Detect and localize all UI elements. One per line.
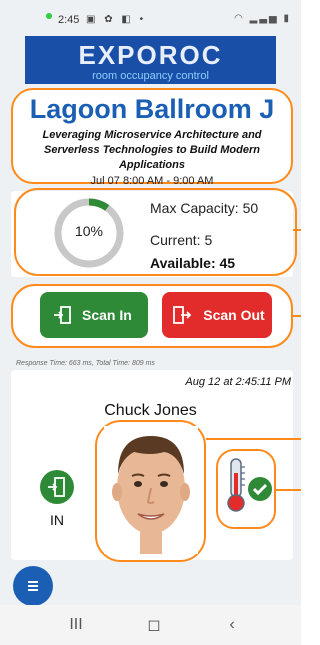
system-nav-bar: III ◻ ‹ bbox=[0, 605, 301, 645]
scan-in-button[interactable]: Scan In bbox=[40, 292, 148, 338]
session-title: Leveraging Microservice Architecture and… bbox=[42, 129, 262, 171]
available-count: Available: 45 bbox=[150, 255, 236, 271]
annotation-connector bbox=[206, 438, 301, 440]
check-icon bbox=[248, 477, 272, 501]
room-card: Lagoon Ballroom J Leveraging Microservic… bbox=[11, 88, 293, 187]
annotation-connector bbox=[293, 315, 301, 317]
door-enter-icon bbox=[54, 306, 71, 324]
scan-timestamp: Aug 12 at 2:45:11 PM bbox=[185, 376, 291, 388]
home-button[interactable]: ◻ bbox=[142, 615, 166, 635]
current-count: Current: 5 bbox=[150, 232, 213, 248]
logo-subtitle: room occupancy control bbox=[92, 70, 209, 82]
status-icons: ▣ ✿ ◧ • bbox=[86, 14, 147, 25]
status-bar: 2:45 ▣ ✿ ◧ • ◠ ▂▃▅ ▮ bbox=[0, 0, 301, 34]
back-button[interactable]: ‹ bbox=[220, 615, 244, 635]
scan-out-button[interactable]: Scan Out bbox=[162, 292, 272, 338]
person-name: Chuck Jones bbox=[104, 402, 197, 419]
logo-title: EXPOROC bbox=[78, 40, 223, 70]
recents-button[interactable]: III bbox=[64, 615, 88, 635]
thermometer-icon bbox=[227, 458, 245, 512]
signal-battery-icons: ◠ ▂▃▅ ▮ bbox=[234, 13, 291, 24]
notification-dot bbox=[46, 13, 52, 19]
scan-in-label: Scan In bbox=[82, 307, 132, 323]
menu-fab[interactable] bbox=[13, 566, 53, 606]
phone-screen: 2:45 ▣ ✿ ◧ • ◠ ▂▃▅ ▮ EXPOROC room occupa… bbox=[0, 0, 301, 645]
exporoc-logo: EXPOROC room occupancy control bbox=[25, 36, 276, 84]
face-photo bbox=[104, 426, 198, 554]
status-time: 2:45 bbox=[58, 14, 80, 26]
scan-out-label: Scan Out bbox=[203, 307, 265, 323]
door-exit-icon bbox=[173, 306, 192, 324]
annotation-connector bbox=[293, 229, 301, 231]
response-time: Response Time: 663 ms, Total Time: 809 m… bbox=[16, 360, 155, 367]
session-schedule: Jul 07 8:00 AM - 9:00 AM bbox=[90, 175, 214, 187]
direction-label: IN bbox=[50, 512, 64, 528]
room-name: Lagoon Ballroom J bbox=[29, 94, 275, 124]
occupancy-percent: 10% bbox=[74, 223, 104, 239]
max-capacity: Max Capacity: 50 bbox=[150, 200, 259, 216]
menu-icon bbox=[28, 581, 38, 591]
door-enter-icon bbox=[40, 470, 74, 504]
annotation-connector bbox=[276, 489, 301, 491]
